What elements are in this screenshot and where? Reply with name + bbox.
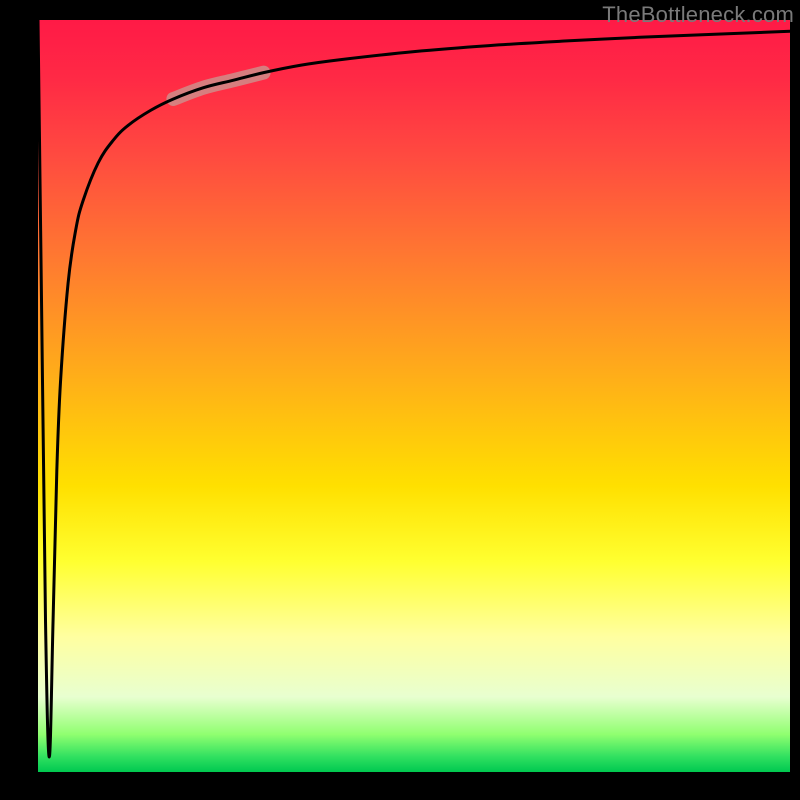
chart-frame: TheBottleneck.com (0, 0, 800, 800)
watermark-text: TheBottleneck.com (602, 2, 794, 28)
plot-area (38, 20, 790, 772)
curve-svg (38, 20, 790, 772)
series-bottleneck-curve (38, 20, 790, 757)
